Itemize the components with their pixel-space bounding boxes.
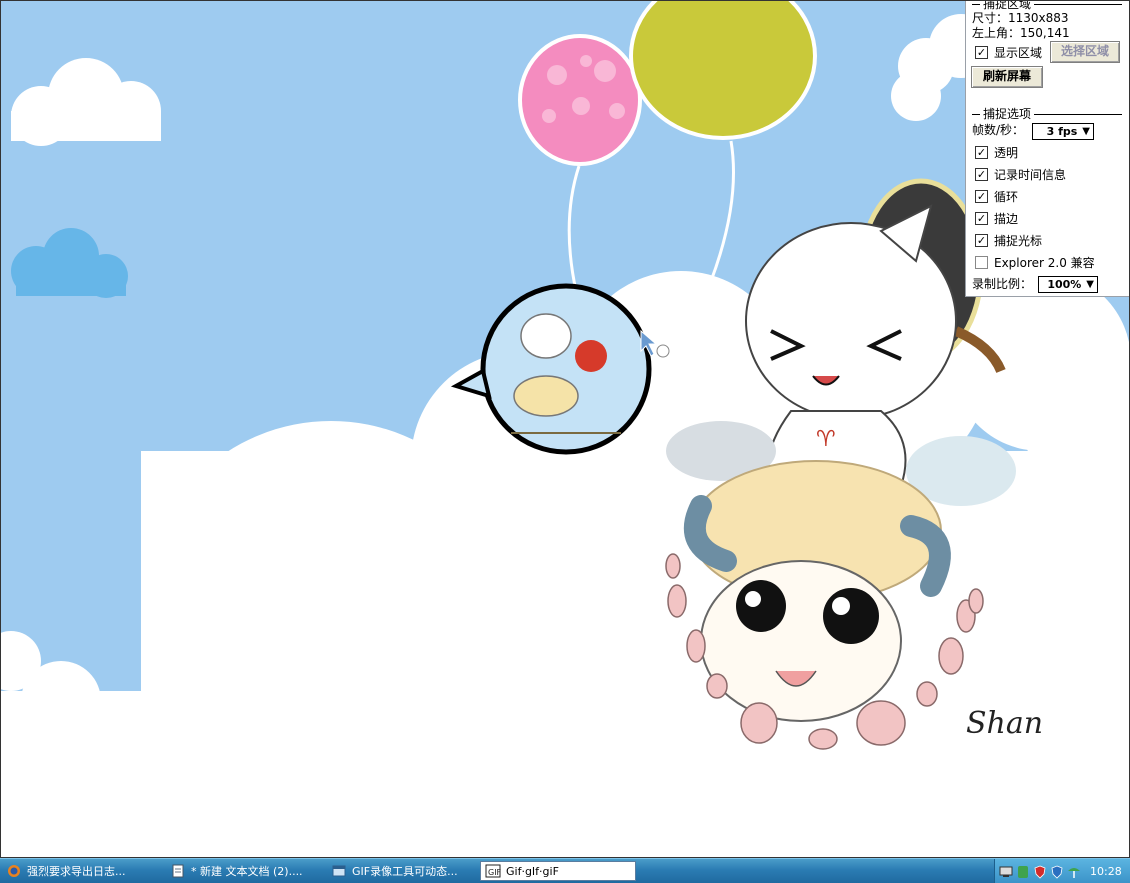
system-tray: 10:28 bbox=[994, 859, 1130, 883]
checkbox-empty bbox=[975, 255, 988, 269]
scale-label: 录制比例： bbox=[972, 277, 1033, 291]
capture-settings-panel: 捕捉区域 尺寸：1130x883 左上角：150,141 ✓ 显示区域 选择区域… bbox=[965, 1, 1129, 297]
task-label: 强烈要求导出日志... bbox=[27, 865, 126, 878]
checkbox-check: ✓ bbox=[975, 167, 988, 181]
option-label: 透明 bbox=[994, 145, 1019, 160]
option-label: 捕捉光标 bbox=[994, 233, 1043, 248]
taskbar-item-notepad[interactable]: * 新建 文本文档 (2).... bbox=[166, 861, 324, 881]
option-capture-cursor-checkbox[interactable]: ✓ 捕捉光标 bbox=[975, 232, 1042, 248]
desktop-wallpaper: ♈ Shan 捕捉区域 尺寸：1130x883 左上角：150,141 ✓ 显示… bbox=[0, 0, 1130, 858]
select-area-button[interactable]: 选择区域 bbox=[1050, 41, 1120, 63]
clock[interactable]: 10:28 bbox=[1090, 865, 1122, 878]
option-outline-checkbox[interactable]: ✓ 描边 bbox=[975, 210, 1018, 226]
option-label: 记录时间信息 bbox=[994, 167, 1067, 182]
scale-value: 100% bbox=[1047, 278, 1082, 291]
task-label: GIF录像工具可动态... bbox=[352, 865, 458, 878]
option-label: 循环 bbox=[994, 189, 1019, 204]
browser-icon bbox=[331, 863, 347, 879]
checkbox-check: ✓ bbox=[975, 45, 988, 59]
gif-recorder-icon: GIF bbox=[485, 863, 501, 879]
shield-green-icon[interactable] bbox=[1016, 865, 1030, 879]
shield-red-icon[interactable] bbox=[1033, 865, 1047, 879]
checkbox-check: ✓ bbox=[975, 189, 988, 203]
fps-value: 3 fps bbox=[1046, 125, 1078, 138]
security-icon[interactable] bbox=[1050, 865, 1064, 879]
ram-symbol: ♈ bbox=[816, 427, 836, 452]
capture-size-text: 尺寸：1130x883 bbox=[972, 11, 1069, 25]
show-area-checkbox[interactable]: ✓ 显示区域 bbox=[975, 44, 1042, 60]
firefox-icon bbox=[6, 863, 22, 879]
dropdown-arrow-icon: ▼ bbox=[1086, 279, 1094, 290]
artist-signature: Shan bbox=[966, 706, 1043, 741]
fps-label: 帧数/秒： bbox=[972, 123, 1025, 137]
checkbox-check: ✓ bbox=[975, 233, 988, 247]
display-icon[interactable] bbox=[999, 865, 1013, 879]
checkbox-check: ✓ bbox=[975, 211, 988, 225]
wallpaper-illustration: ♈ Shan bbox=[1, 1, 1129, 857]
capture-options-group-title: 捕捉选项 bbox=[972, 107, 1122, 121]
refresh-screen-button[interactable]: 刷新屏幕 bbox=[971, 66, 1043, 88]
show-area-label: 显示区域 bbox=[994, 45, 1043, 60]
taskbar-item-gif-recorder[interactable]: GIF Gif·gIf·giF bbox=[480, 861, 636, 881]
option-label: 描边 bbox=[994, 211, 1019, 226]
checkbox-check: ✓ bbox=[975, 145, 988, 159]
scale-select[interactable]: 100% ▼ bbox=[1038, 276, 1098, 293]
notepad-icon bbox=[170, 863, 186, 879]
capture-topleft-text: 左上角：150,141 bbox=[972, 26, 1070, 40]
option-explorer-compat-checkbox[interactable]: Explorer 2.0 兼容 bbox=[975, 254, 1095, 270]
fps-select[interactable]: 3 fps ▼ bbox=[1032, 123, 1094, 140]
option-loop-checkbox[interactable]: ✓ 循环 bbox=[975, 188, 1018, 204]
task-label: Gif·gIf·giF bbox=[506, 864, 559, 878]
dropdown-arrow-icon: ▼ bbox=[1082, 126, 1090, 137]
option-record-time-checkbox[interactable]: ✓ 记录时间信息 bbox=[975, 166, 1066, 182]
option-transparent-checkbox[interactable]: ✓ 透明 bbox=[975, 144, 1018, 160]
svg-text:GIF: GIF bbox=[488, 868, 501, 877]
taskbar-item-browser[interactable]: GIF录像工具可动态... bbox=[327, 861, 477, 881]
capture-area-group-title: 捕捉区域 bbox=[972, 1, 1122, 11]
network-icon[interactable] bbox=[1067, 865, 1081, 879]
taskbar-item-firefox[interactable]: 强烈要求导出日志... bbox=[2, 861, 162, 881]
taskbar: 强烈要求导出日志... * 新建 文本文档 (2).... GIF录像工具可动态… bbox=[0, 858, 1130, 883]
task-label: * 新建 文本文档 (2).... bbox=[191, 865, 303, 878]
option-label: Explorer 2.0 兼容 bbox=[994, 255, 1095, 270]
